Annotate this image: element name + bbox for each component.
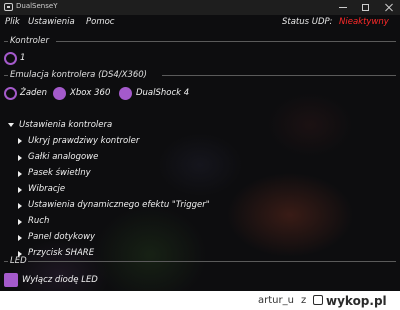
disable-led-checkbox[interactable] <box>4 273 18 287</box>
title-bar: DualSenseY <box>0 0 400 15</box>
window-title: DualSenseY <box>16 2 58 10</box>
emulation-section-label: Emulacja kontrolera (DS4/X360) <box>10 70 147 80</box>
controller-radio[interactable] <box>4 52 17 65</box>
controller-section-header: Kontroler <box>4 36 396 46</box>
settings-item-vibration[interactable]: Wibracje <box>28 184 65 195</box>
led-section-header: LED <box>4 256 396 266</box>
gamepad-icon <box>4 3 13 11</box>
expand-arrow-icon[interactable] <box>18 235 22 241</box>
expand-arrow-icon[interactable] <box>18 155 22 161</box>
disable-led-label: Wyłącz diodę LED <box>22 275 98 285</box>
emulation-none-label: Żaden <box>20 88 48 98</box>
udp-status-label: Status UDP: <box>282 17 333 27</box>
expand-arrow-icon[interactable] <box>18 138 22 144</box>
emulation-xbox360-radio[interactable] <box>53 87 66 100</box>
minimize-button[interactable] <box>332 0 354 15</box>
collapse-arrow-icon[interactable] <box>8 123 14 127</box>
settings-item-trigger-effect[interactable]: Ustawienia dynamicznego efektu "Trigger" <box>28 200 210 211</box>
settings-item-touchpad[interactable]: Panel dotykowy <box>28 232 95 243</box>
watermark-z: z <box>301 295 307 306</box>
expand-arrow-icon[interactable] <box>18 219 22 225</box>
settings-item-hide-controller[interactable]: Ukryj prawdziwy kontroler <box>28 136 139 147</box>
menu-file[interactable]: Plik <box>5 17 20 27</box>
expand-arrow-icon[interactable] <box>18 203 22 209</box>
close-button[interactable] <box>378 0 400 15</box>
emulation-section-header: Emulacja kontrolera (DS4/X360) <box>4 70 396 80</box>
menu-bar: Plik Ustawienia Pomoc Status UDP: Nieakt… <box>0 15 400 30</box>
controller-section-label: Kontroler <box>10 36 49 46</box>
udp-status-value: Nieaktywny <box>339 17 389 27</box>
emulation-ds4-label: DualShock 4 <box>136 88 190 98</box>
emulation-none-radio[interactable] <box>4 87 17 100</box>
led-section-label: LED <box>10 256 27 266</box>
controller-index-label: 1 <box>20 53 26 63</box>
watermark-bar: artur_u z wykop.pl <box>0 291 400 310</box>
watermark-site: wykop.pl <box>326 294 387 308</box>
menu-settings[interactable]: Ustawienia <box>28 17 75 27</box>
menu-help[interactable]: Pomoc <box>86 17 114 27</box>
settings-item-analog-sticks[interactable]: Gałki analogowe <box>28 152 98 163</box>
wykop-logo-icon <box>313 295 323 305</box>
maximize-button[interactable] <box>355 0 377 15</box>
scrollbar[interactable] <box>395 30 398 285</box>
expand-arrow-icon[interactable] <box>18 171 22 177</box>
emulation-ds4-radio[interactable] <box>119 87 132 100</box>
controller-settings-header[interactable]: Ustawienia kontrolera <box>19 120 112 131</box>
expand-arrow-icon[interactable] <box>18 187 22 193</box>
watermark-user: artur_u <box>258 295 294 306</box>
settings-item-lightbar[interactable]: Pasek świetlny <box>28 168 91 179</box>
app-window: DualSenseY Plik Ustawienia Pomoc Status … <box>0 0 400 291</box>
emulation-xbox360-label: Xbox 360 <box>70 88 111 98</box>
settings-item-motion[interactable]: Ruch <box>28 216 49 227</box>
